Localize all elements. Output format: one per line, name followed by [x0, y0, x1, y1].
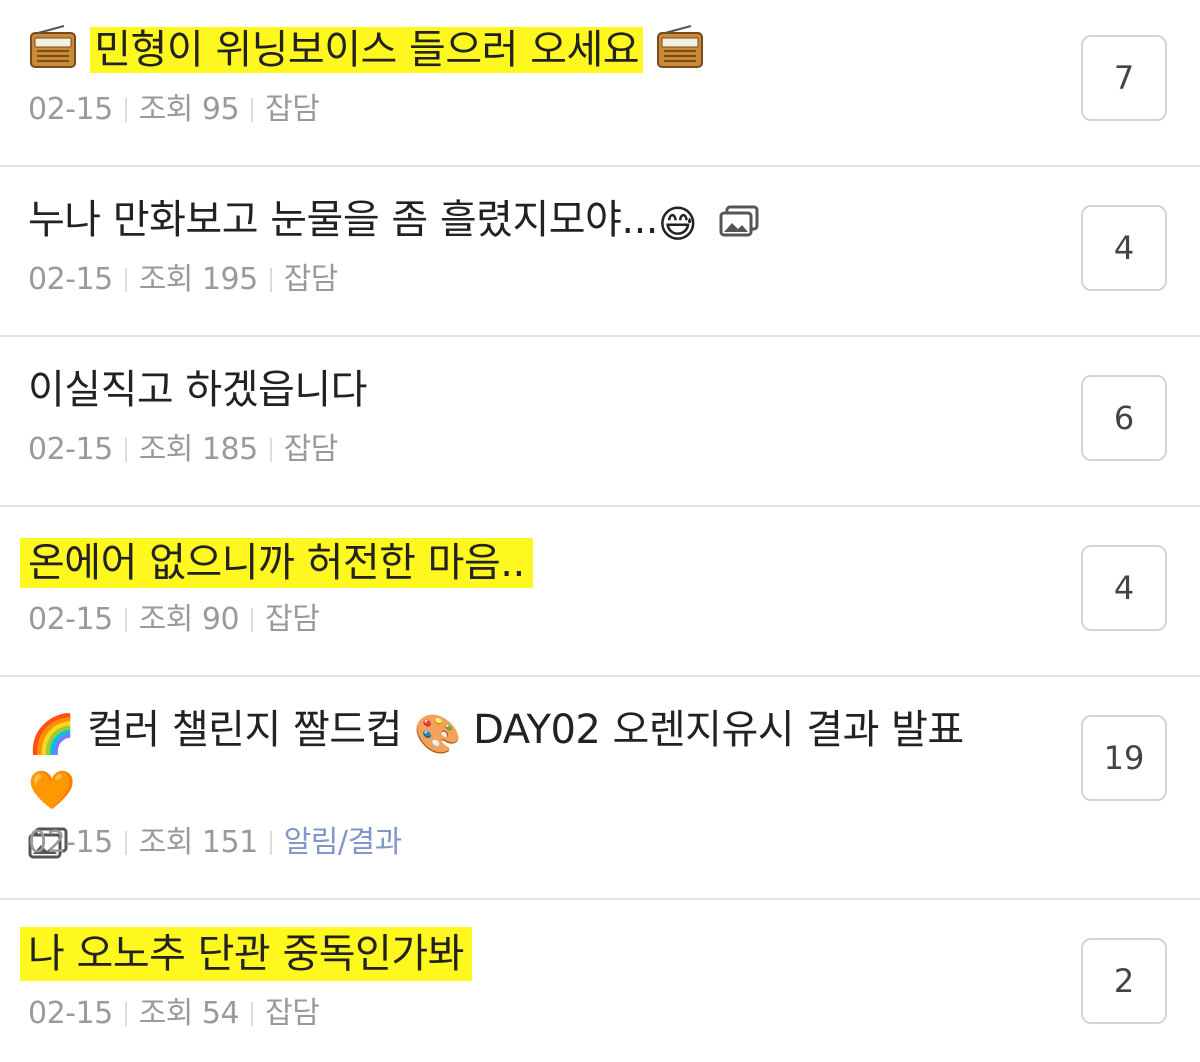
post-meta: 02-15 조회 151 알림/결과: [28, 823, 402, 863]
meta-divider: [251, 608, 254, 632]
radio-icon: [28, 25, 78, 84]
post-views: 조회 185: [138, 432, 259, 467]
palette-emoji: 🎨: [414, 712, 461, 756]
post-date: 02-15: [28, 825, 113, 860]
comment-count-button[interactable]: 6: [1081, 375, 1167, 461]
post-title-part-1: 컬러 챌린지 짤드컵: [87, 707, 402, 753]
post-category: 잡담: [283, 262, 339, 297]
post-list: 민형이 위닝보이스 들으러 오세요 02-15 조회 95 잡담 7 누나 만화보고…: [0, 0, 1200, 1062]
post-title-text: 나 오노추 단관 중독인가봐: [20, 927, 472, 981]
list-item[interactable]: 민형이 위닝보이스 들으러 오세요 02-15 조회 95 잡담 7: [0, 0, 1200, 167]
post-title[interactable]: 민형이 위닝보이스 들으러 오세요: [28, 22, 1010, 84]
meta-divider: [269, 831, 272, 855]
post-meta: 02-15 조회 95 잡담: [28, 90, 320, 130]
post-date: 02-15: [28, 262, 113, 297]
post-title[interactable]: 나 오노추 단관 중독인가봐: [20, 926, 1010, 982]
post-title-text: 이실직고 하겠읍니다: [28, 367, 367, 413]
post-category: 잡담: [265, 996, 320, 1031]
post-views: 조회 95: [138, 92, 240, 127]
comment-count-button[interactable]: 2: [1081, 938, 1167, 1024]
post-title[interactable]: 온에어 없으니까 허전한 마음..: [20, 535, 1010, 591]
post-views: 조회 195: [138, 262, 259, 297]
post-meta: 02-15 조회 195 잡담: [28, 260, 338, 300]
meta-divider: [124, 438, 127, 462]
post-category: 잡담: [265, 92, 320, 127]
meta-divider: [124, 268, 127, 292]
post-views: 조회 151: [138, 825, 259, 860]
post-category: 잡담: [265, 602, 320, 637]
post-date: 02-15: [28, 432, 113, 467]
post-title-text: 누나 만화보고 눈물을 좀 흘렸지모야...: [28, 197, 659, 243]
post-category: 잡담: [283, 432, 339, 467]
meta-divider: [124, 608, 127, 632]
post-title[interactable]: 이실직고 하겠읍니다: [28, 362, 1010, 418]
list-item[interactable]: 누나 만화보고 눈물을 좀 흘렸지모야...😅 02-15 조회 195 잡담 4: [0, 167, 1200, 337]
comment-count-button[interactable]: 19: [1081, 715, 1167, 801]
post-date: 02-15: [28, 996, 113, 1031]
list-item[interactable]: 온에어 없으니까 허전한 마음.. 02-15 조회 90 잡담 4: [0, 507, 1200, 677]
list-item[interactable]: 🌈 컬러 챌린지 짤드컵 🎨 DAY02 오렌지유시 결과 발표 🧡 02-15…: [0, 677, 1200, 900]
post-title-part-2: DAY02 오렌지유시 결과 발표: [473, 707, 964, 753]
post-title-text: 온에어 없으니까 허전한 마음..: [20, 538, 533, 588]
post-title-text: 민형이 위닝보이스 들으러 오세요: [90, 27, 644, 73]
meta-divider: [251, 1002, 254, 1026]
meta-divider: [124, 1002, 127, 1026]
radio-icon: [655, 25, 705, 84]
meta-divider: [124, 98, 127, 122]
sweat-smile-emoji: 😅: [658, 202, 698, 246]
comment-count-button[interactable]: 4: [1081, 205, 1167, 291]
list-item[interactable]: 나 오노추 단관 중독인가봐 02-15 조회 54 잡담 2: [0, 900, 1200, 1062]
rainbow-emoji: 🌈: [28, 712, 75, 756]
comment-count-button[interactable]: 4: [1081, 545, 1167, 631]
comment-count-button[interactable]: 7: [1081, 35, 1167, 121]
post-category: 알림/결과: [283, 825, 403, 860]
post-views: 조회 90: [138, 602, 240, 637]
meta-divider: [251, 98, 254, 122]
post-date: 02-15: [28, 602, 113, 637]
post-meta: 02-15 조회 90 잡담: [28, 600, 320, 640]
post-meta: 02-15 조회 185 잡담: [28, 430, 338, 470]
list-item[interactable]: 이실직고 하겠읍니다 02-15 조회 185 잡담 6: [0, 337, 1200, 507]
meta-divider: [269, 438, 272, 462]
meta-divider: [269, 268, 272, 292]
meta-divider: [124, 831, 127, 855]
post-date: 02-15: [28, 92, 113, 127]
image-attachment-icon: [719, 196, 759, 252]
post-title[interactable]: 누나 만화보고 눈물을 좀 흘렸지모야...😅: [28, 192, 1010, 252]
post-meta: 02-15 조회 54 잡담: [28, 994, 320, 1034]
orange-heart-emoji: 🧡: [28, 768, 75, 812]
post-views: 조회 54: [138, 996, 240, 1031]
